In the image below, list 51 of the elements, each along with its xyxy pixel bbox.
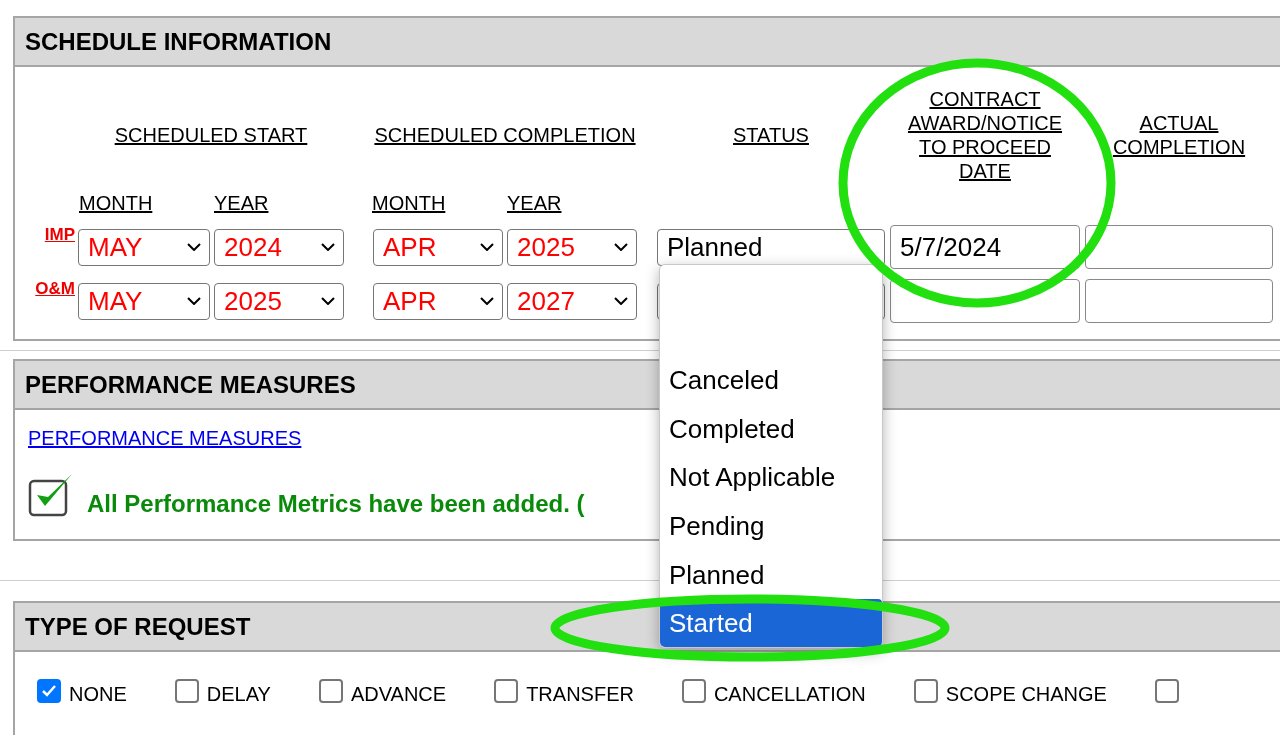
checkbox-label: CANCELLATION <box>713 682 866 707</box>
column-header: MONTH <box>372 192 446 214</box>
chevron-icon <box>187 297 201 305</box>
checkbox-label: NONE <box>69 682 127 707</box>
month-select[interactable]: APR <box>373 228 503 266</box>
column-header: STATUS <box>733 124 809 146</box>
performance-link[interactable]: PERFORMANCE MEASURES <box>28 427 302 449</box>
chevron-icon <box>480 243 494 251</box>
dropdown-option[interactable]: Planned <box>660 550 882 600</box>
status-select[interactable]: Planned <box>657 228 885 266</box>
chevron-icon <box>187 243 201 251</box>
status-message: All Performance Metrics have been added. ( <box>87 492 585 516</box>
checkbox[interactable] <box>174 679 199 703</box>
month-select[interactable]: MAY <box>78 282 210 320</box>
year-select[interactable]: 2025 <box>214 282 344 320</box>
chevron-icon <box>480 297 494 305</box>
checkbox[interactable] <box>913 679 938 703</box>
chevron-icon <box>321 243 335 251</box>
column-header: SCHEDULED COMPLETION <box>374 124 636 146</box>
checkbox-label: TRANSFER <box>526 682 634 707</box>
column-header: YEAR <box>507 192 562 214</box>
month-select[interactable]: MAY <box>78 228 210 266</box>
checkbox-label: ADVANCE <box>350 682 447 707</box>
column-header: CONTRACT AWARD/NOTICE TO PROCEED DATE <box>906 87 1064 183</box>
checkbox-label: DELAY <box>206 682 271 707</box>
year-select[interactable]: 2025 <box>507 228 637 266</box>
checkbox-label: SCOPE CHANGE <box>945 682 1107 707</box>
chevron-icon <box>614 243 628 251</box>
chevron-icon <box>614 297 628 305</box>
month-select[interactable]: APR <box>373 282 503 320</box>
checkbox[interactable] <box>681 679 706 703</box>
column-header: MONTH <box>79 192 153 214</box>
checkbox[interactable] <box>494 679 519 703</box>
column-header: ACTUAL COMPLETION <box>1111 111 1247 159</box>
date-field[interactable] <box>1085 225 1273 269</box>
section-header: SCHEDULE INFORMATION <box>15 18 1280 67</box>
date-field[interactable] <box>1085 279 1273 323</box>
column-header: YEAR <box>214 192 269 214</box>
checkbox[interactable] <box>1154 679 1179 703</box>
year-select[interactable]: 2024 <box>214 228 344 266</box>
checkbox[interactable] <box>37 679 61 703</box>
chevron-icon <box>321 297 335 305</box>
row-link[interactable]: O&M <box>35 279 75 298</box>
row-link[interactable]: IMP <box>44 225 75 244</box>
dropdown-option[interactable]: Not Applicable <box>660 453 882 503</box>
checkbox[interactable] <box>318 679 343 703</box>
column-header: SCHEDULED START <box>114 124 308 146</box>
date-field[interactable]: 5/7/2024 <box>890 225 1080 269</box>
year-select[interactable]: 2027 <box>507 282 637 320</box>
date-field[interactable] <box>890 279 1080 323</box>
dropdown-option[interactable]: Pending <box>660 502 882 551</box>
